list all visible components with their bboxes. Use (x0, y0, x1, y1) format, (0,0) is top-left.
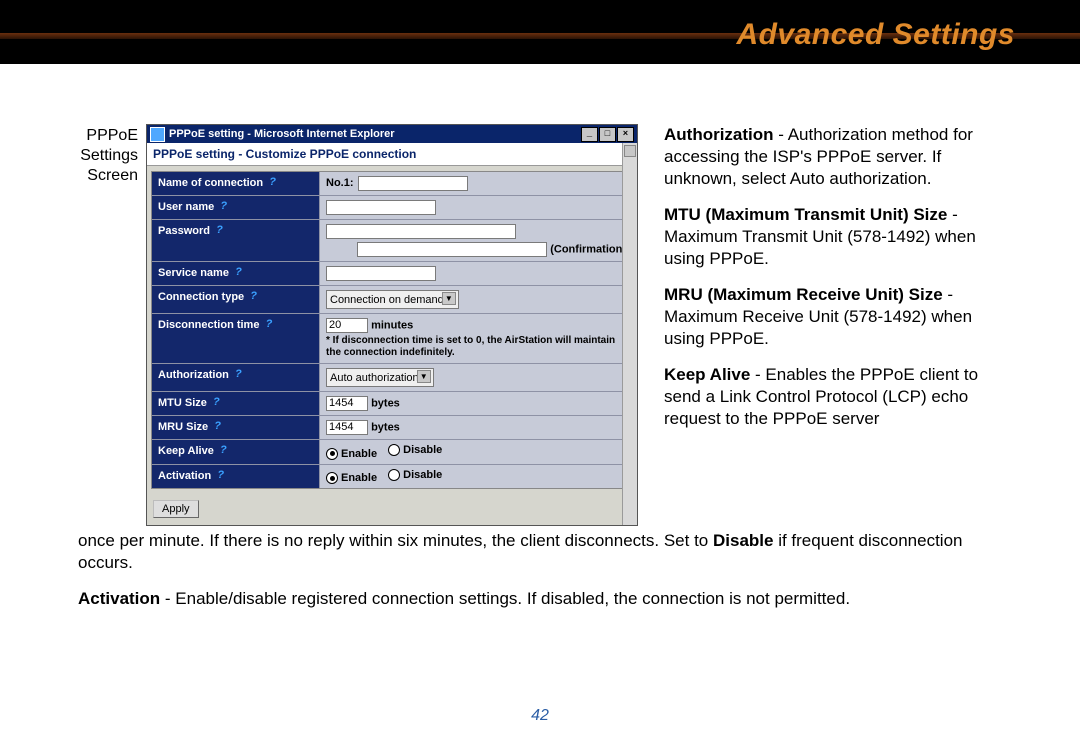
help-icon[interactable]: ? (233, 267, 244, 278)
page-title: Advanced Settings (736, 18, 1015, 52)
mru-input[interactable]: 1454 (326, 420, 368, 435)
keepalive-disable-radio[interactable]: Disable (388, 444, 442, 456)
username-input[interactable] (326, 200, 436, 215)
mtu-input[interactable]: 1454 (326, 396, 368, 411)
keepalive-enable-radio[interactable]: Enable (326, 448, 377, 460)
help-icon[interactable]: ? (214, 225, 225, 236)
scroll-up-icon[interactable] (624, 145, 636, 157)
help-icon[interactable]: ? (212, 421, 223, 432)
mru-unit: bytes (371, 421, 400, 433)
label-authorization: Authorization (158, 369, 229, 381)
help-icon[interactable]: ? (233, 369, 244, 380)
ie-icon (150, 127, 165, 142)
pppoe-settings-screenshot: PPPoE setting - Microsoft Internet Explo… (146, 124, 638, 526)
disconnection-time-input[interactable]: 20 (326, 318, 368, 333)
window-subtitle: PPPoE setting - Customize PPPoE connecti… (147, 143, 637, 166)
help-icon[interactable]: ? (218, 201, 229, 212)
screenshot-caption: PPPoE Settings Screen (78, 124, 138, 186)
connection-type-select[interactable]: Connection on demand (326, 290, 459, 309)
label-name-of-connection: Name of connection (158, 177, 263, 189)
mtu-unit: bytes (371, 397, 400, 409)
label-user-name: User name (158, 201, 214, 213)
label-service-name: Service name (158, 267, 229, 279)
help-icon[interactable]: ? (263, 319, 274, 330)
label-mtu-size: MTU Size (158, 397, 207, 409)
authorization-select[interactable]: Auto authorization (326, 368, 434, 387)
disconnection-note: * If disconnection time is set to 0, the… (326, 335, 626, 359)
maximize-icon[interactable]: □ (599, 127, 616, 142)
activation-disable-radio[interactable]: Disable (388, 469, 442, 481)
password-input[interactable] (326, 224, 516, 239)
label-keep-alive: Keep Alive (158, 445, 214, 457)
label-disconnection-time: Disconnection time (158, 319, 259, 331)
label-activation: Activation (158, 470, 211, 482)
activation-enable-radio[interactable]: Enable (326, 472, 377, 484)
help-icon[interactable]: ? (248, 291, 259, 302)
minimize-icon[interactable]: _ (581, 127, 598, 142)
header-band: Advanced Settings (0, 0, 1080, 68)
body-text: once per minute. If there is no reply wi… (78, 530, 1002, 610)
confirmation-label: (Confirmation) (550, 243, 626, 255)
password-confirm-input[interactable] (357, 242, 547, 257)
label-password: Password (158, 225, 210, 237)
minutes-label: minutes (371, 319, 413, 331)
help-icon[interactable]: ? (218, 445, 229, 456)
page-number: 42 (0, 707, 1080, 725)
help-icon[interactable]: ? (267, 177, 278, 188)
window-title-text: PPPoE setting - Microsoft Internet Explo… (169, 128, 395, 140)
service-name-input[interactable] (326, 266, 436, 281)
settings-form: Name of connection? No.1: User name? Pas… (151, 171, 633, 489)
help-icon[interactable]: ? (211, 397, 222, 408)
scrollbar[interactable] (622, 143, 637, 525)
conn-prefix: No.1: (326, 177, 354, 189)
help-icon[interactable]: ? (215, 470, 226, 481)
apply-button[interactable]: Apply (153, 500, 199, 518)
label-mru-size: MRU Size (158, 421, 208, 433)
window-titlebar: PPPoE setting - Microsoft Internet Explo… (147, 125, 637, 143)
description-column: Authorization - Authorization method for… (646, 124, 1002, 444)
label-connection-type: Connection type (158, 291, 244, 303)
close-icon[interactable]: × (617, 127, 634, 142)
name-input[interactable] (358, 176, 468, 191)
